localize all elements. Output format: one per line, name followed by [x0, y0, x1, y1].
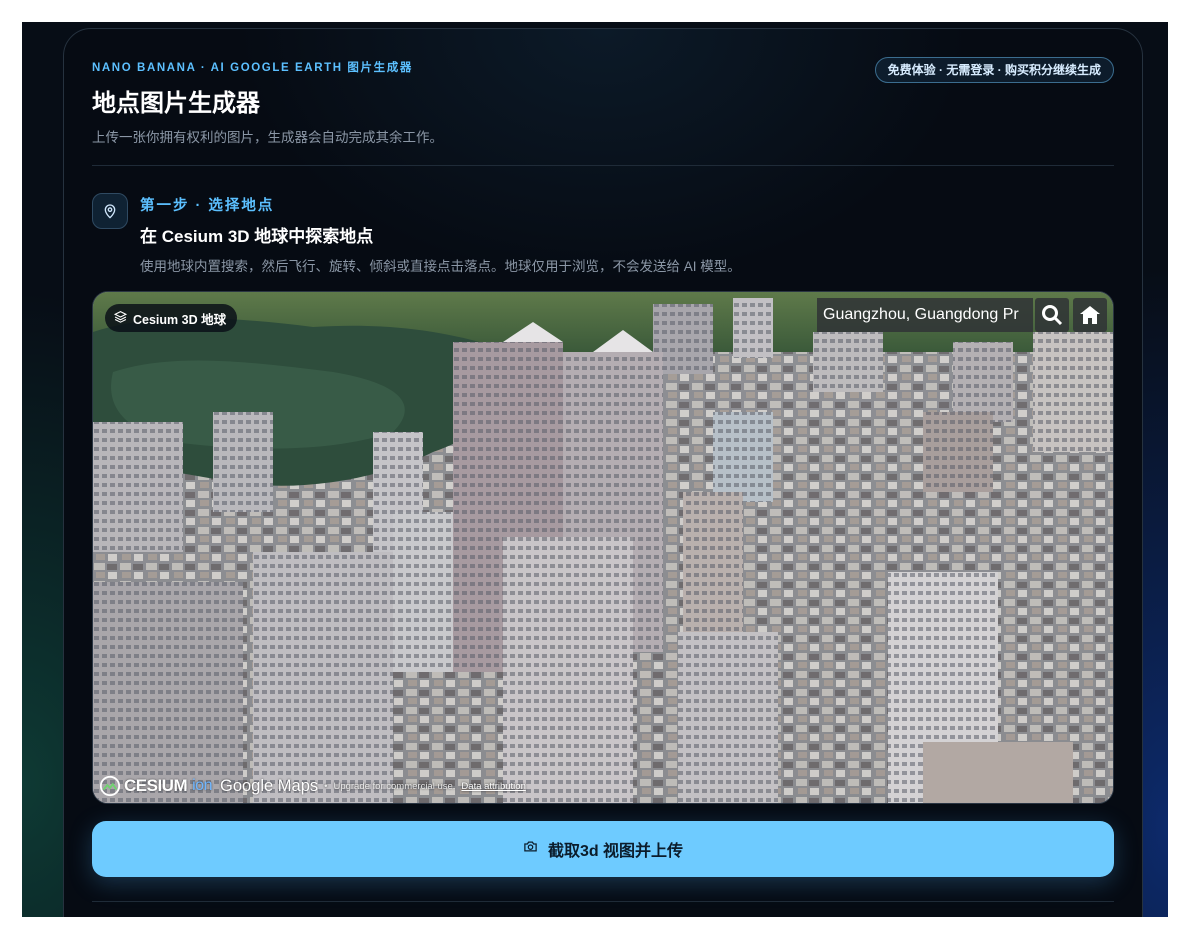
- capture-button-label: 截取3d 视图并上传: [547, 843, 684, 860]
- credits-bar: CESIUM ion Google Maps • Upgrade for comm…: [99, 773, 526, 799]
- page-background: NANO BANANA · AI GOOGLE EARTH 图片生成器 免费体验…: [22, 22, 1168, 917]
- geocoder-search-input[interactable]: [817, 298, 1033, 332]
- globe-mode-badge: Cesium 3D 地球: [105, 304, 238, 332]
- upgrade-credit: Upgrade for commercial use.: [333, 780, 456, 792]
- step-description: 使用地球内置搜索，然后飞行、旋转、倾斜或直接点击落点。地球仅用于浏览，不会发送给…: [140, 259, 741, 274]
- cesium-logo[interactable]: CESIUM ion: [99, 775, 212, 797]
- header-divider: [92, 165, 1114, 166]
- capture-upload-button[interactable]: 截取3d 视图并上传: [92, 821, 1114, 877]
- cesium-3d-viewer[interactable]: Cesium 3D 地球 CESIUMion: [92, 291, 1114, 804]
- free-trial-badge: 免费体验 · 无需登录 · 购买积分继续生成: [874, 57, 1114, 83]
- search-icon[interactable]: [1035, 298, 1069, 332]
- generator-card: NANO BANANA · AI GOOGLE EARTH 图片生成器 免费体验…: [63, 28, 1143, 917]
- map-pin-icon: [92, 193, 128, 229]
- google-maps-credit: Google Maps: [219, 776, 319, 795]
- page-subtitle: 上传一张你拥有权利的图片，生成器会自动完成其余工作。: [92, 130, 443, 145]
- cesium-globe-icon: [99, 775, 121, 797]
- globe-mode-label: Cesium 3D 地球: [133, 312, 227, 327]
- eyebrow-label: NANO BANANA · AI GOOGLE EARTH 图片生成器: [92, 62, 413, 74]
- camera-icon: [523, 839, 538, 859]
- layers-icon: [113, 310, 128, 326]
- data-attribution-link[interactable]: Data attribution: [461, 781, 525, 792]
- step-label: 第一步 · 选择地点: [140, 198, 275, 214]
- step-title: 在 Cesium 3D 地球中探索地点: [140, 227, 374, 246]
- credit-separator: •: [324, 780, 328, 792]
- city-3d-scene[interactable]: [93, 292, 1114, 804]
- page-title: 地点图片生成器: [92, 90, 260, 117]
- home-icon[interactable]: [1073, 298, 1107, 332]
- cesium-wordmark: CESIUM: [124, 776, 188, 795]
- ion-wordmark: ion: [192, 777, 212, 794]
- footer-divider: [92, 901, 1114, 902]
